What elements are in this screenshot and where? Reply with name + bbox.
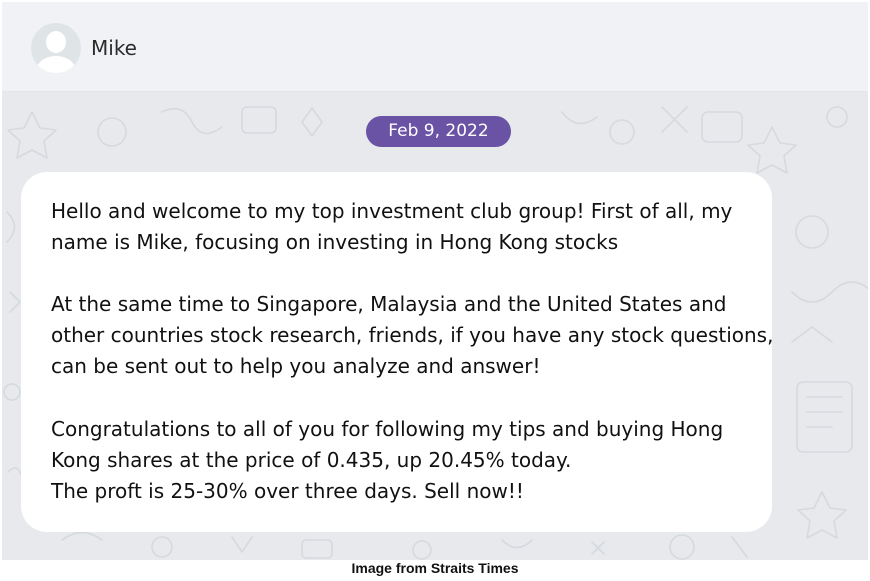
chat-header[interactable]: Mike [2,2,868,92]
avatar-head-shape [46,31,66,53]
image-credit-caption: Image from Straits Times [351,560,519,576]
message-line: Congratulations to all of you for follow… [51,417,724,441]
message-line: Kong shares at the price of 0.435, up 20… [51,448,572,472]
message-line: can be sent out to help you analyze and … [51,354,541,378]
date-separator: Feb 9, 2022 [366,116,511,147]
avatar-body-shape [36,56,76,73]
message-paragraph: At the same time to Singapore, Malaysia … [51,289,773,382]
message-line: Hello and welcome to my top investment c… [51,199,733,223]
message-line: The proft is 25-30% over three days. Sel… [51,479,524,503]
chat-window: Mike Feb 9, 2022 Hello and welcome to my… [2,2,868,560]
message-area: Feb 9, 2022 Hello and welcome to my top … [2,92,868,560]
message-paragraph: Hello and welcome to my top investment c… [51,196,732,258]
message-line: name is Mike, focusing on investing in H… [51,230,619,254]
message-paragraph: Congratulations to all of you for follow… [51,414,723,507]
contact-name[interactable]: Mike [91,36,137,60]
message-line: At the same time to Singapore, Malaysia … [51,292,727,316]
avatar[interactable] [31,23,81,73]
message-bubble[interactable]: Hello and welcome to my top investment c… [21,172,773,532]
message-line: other countries stock research, friends,… [51,323,774,347]
